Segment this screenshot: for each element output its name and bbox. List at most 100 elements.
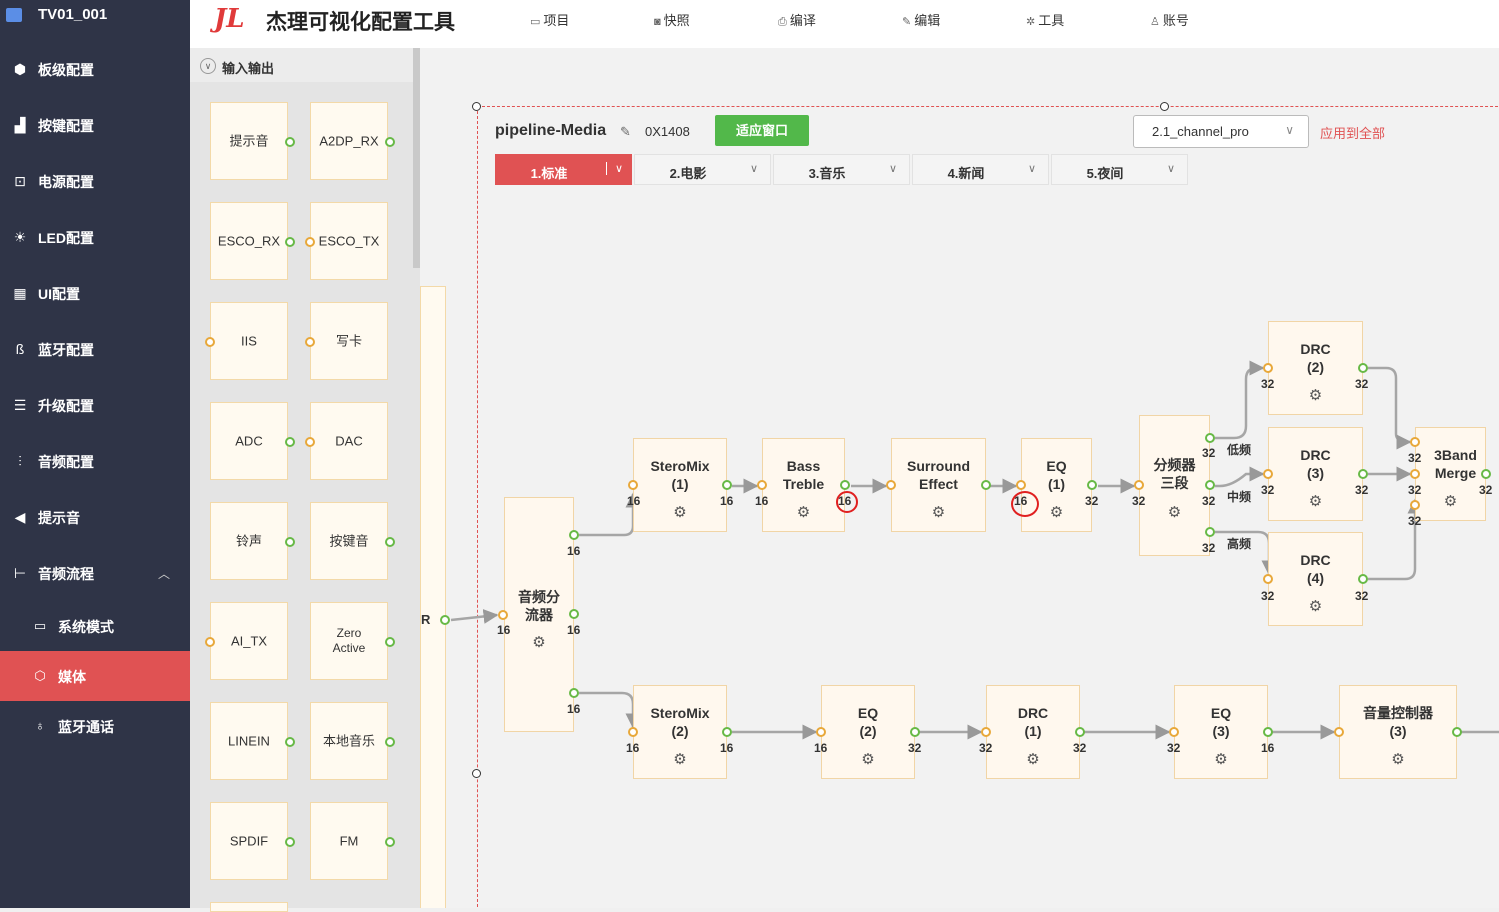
input-port[interactable]: [498, 610, 508, 620]
gear-icon[interactable]: ⚙: [531, 635, 547, 651]
output-port[interactable]: [1087, 480, 1097, 490]
gear-icon[interactable]: ⚙: [1213, 752, 1229, 768]
input-port[interactable]: [205, 637, 215, 647]
output-port[interactable]: [1205, 527, 1215, 537]
output-port[interactable]: [722, 727, 732, 737]
sidebar-item-power[interactable]: ⊡ 电源配置: [0, 153, 190, 209]
output-port[interactable]: [385, 137, 395, 147]
output-port[interactable]: [285, 537, 295, 547]
input-port[interactable]: [205, 337, 215, 347]
palette-item-a2dp-rx[interactable]: A2DP_RX: [310, 102, 395, 180]
output-port[interactable]: [385, 737, 395, 747]
output-port[interactable]: [385, 637, 395, 647]
channel-select[interactable]: 2.1_channel_pro ∨: [1133, 115, 1309, 148]
node-drc-2[interactable]: DRC (2) ⚙: [1268, 321, 1363, 415]
sidebar-subitem-media[interactable]: ⬡ 媒体: [0, 651, 190, 701]
node-volume-3[interactable]: 音量控制器 (3) ⚙: [1339, 685, 1457, 779]
output-port[interactable]: [722, 480, 732, 490]
fit-window-button[interactable]: 适应窗口: [715, 115, 809, 146]
output-port[interactable]: [285, 237, 295, 247]
node-surround-effect[interactable]: Surround Effect ⚙: [891, 438, 986, 532]
node-drc-3[interactable]: DRC (3) ⚙: [1268, 427, 1363, 521]
palette-item-dac[interactable]: DAC: [305, 402, 388, 480]
source-node-partial[interactable]: [420, 286, 446, 908]
input-port[interactable]: [886, 480, 896, 490]
tab-movie[interactable]: 2.电影 ∨: [634, 154, 771, 185]
palette-item-iis[interactable]: IIS: [205, 302, 288, 380]
input-port[interactable]: [1263, 363, 1273, 373]
menu-account[interactable]: ♙ 账号: [1150, 10, 1189, 29]
sidebar-item-upgrade[interactable]: ☰ 升级配置: [0, 377, 190, 433]
palette-item[interactable]: [210, 902, 288, 912]
gear-icon[interactable]: ⚙: [1308, 599, 1324, 615]
chevron-down-icon[interactable]: ∨: [1167, 162, 1175, 175]
output-port[interactable]: [1358, 574, 1368, 584]
palette-item-esco-rx[interactable]: ESCO_RX: [210, 202, 295, 280]
output-port[interactable]: [1205, 480, 1215, 490]
gear-icon[interactable]: ⚙: [672, 505, 688, 521]
menu-compile[interactable]: ⎙ 编译: [778, 10, 816, 29]
gear-icon[interactable]: ⚙: [672, 752, 688, 768]
gear-icon[interactable]: ⚙: [1308, 494, 1324, 510]
output-port[interactable]: [840, 480, 850, 490]
gear-icon[interactable]: ⚙: [1167, 505, 1183, 521]
node-3band-merge[interactable]: 3Band Merge ⚙: [1415, 427, 1486, 521]
input-port[interactable]: [628, 480, 638, 490]
input-port[interactable]: [1410, 469, 1420, 479]
chevron-down-icon[interactable]: ∨: [750, 162, 758, 175]
sidebar-item-keys[interactable]: ▟ 按键配置: [0, 97, 190, 153]
sidebar-subitem-system-mode[interactable]: ▭ 系统模式: [0, 601, 190, 651]
output-port[interactable]: [1452, 727, 1462, 737]
edit-name-icon[interactable]: ✎: [620, 124, 631, 140]
palette-item-ringtone[interactable]: 铃声: [210, 502, 295, 580]
output-port[interactable]: [569, 530, 579, 540]
palette-item-spdif[interactable]: SPDIF: [210, 802, 295, 880]
node-eq-1[interactable]: EQ (1) ⚙: [1021, 438, 1092, 532]
tab-news[interactable]: 4.新闻 ∨: [912, 154, 1049, 185]
gear-icon[interactable]: ⚙: [1443, 494, 1459, 510]
menu-snapshot[interactable]: ◙ 快照: [654, 10, 690, 29]
output-port[interactable]: [569, 688, 579, 698]
gear-icon[interactable]: ⚙: [1390, 752, 1406, 768]
tab-music[interactable]: 3.音乐 ∨: [773, 154, 910, 185]
chevron-down-icon[interactable]: ∨: [605, 162, 623, 175]
resize-handle[interactable]: [472, 769, 481, 778]
gear-icon[interactable]: ⚙: [931, 505, 947, 521]
node-bass-treble[interactable]: Bass Treble ⚙: [762, 438, 845, 532]
node-eq-3[interactable]: EQ (3) ⚙: [1174, 685, 1268, 779]
gear-icon[interactable]: ⚙: [860, 752, 876, 768]
palette-item-adc[interactable]: ADC: [210, 402, 295, 480]
node-steromix-1[interactable]: SteroMix (1) ⚙: [633, 438, 727, 532]
input-port[interactable]: [305, 437, 315, 447]
output-port[interactable]: [285, 137, 295, 147]
palette-item-esco-tx[interactable]: ESCO_TX: [305, 202, 388, 280]
sidebar-item-audio[interactable]: ⫶ 音频配置: [0, 433, 190, 489]
node-audio-splitter[interactable]: 音频分流器 ⚙: [504, 497, 574, 732]
sidebar-item-led[interactable]: ☀ LED配置: [0, 209, 190, 265]
input-port[interactable]: [1410, 437, 1420, 447]
input-port[interactable]: [1016, 480, 1026, 490]
output-port[interactable]: [910, 727, 920, 737]
input-port[interactable]: [1263, 574, 1273, 584]
input-port[interactable]: [1334, 727, 1344, 737]
gear-icon[interactable]: ⚙: [796, 505, 812, 521]
input-port[interactable]: [757, 480, 767, 490]
input-port[interactable]: [305, 337, 315, 347]
input-port[interactable]: [1410, 500, 1420, 510]
sidebar-item-tone[interactable]: ◀ 提示音: [0, 489, 190, 545]
palette-item-ai-tx[interactable]: AI_TX: [205, 602, 288, 680]
input-port[interactable]: [816, 727, 826, 737]
menu-tools[interactable]: ✲ 工具: [1026, 10, 1064, 29]
sidebar-subitem-bt-call[interactable]: ♁ 蓝牙通话: [0, 701, 190, 751]
palette-item-fm[interactable]: FM: [310, 802, 395, 880]
gear-icon[interactable]: ⚙: [1025, 752, 1041, 768]
resize-handle[interactable]: [1160, 102, 1169, 111]
palette-item-prompt-tone[interactable]: 提示音: [210, 102, 295, 180]
output-port[interactable]: [285, 437, 295, 447]
output-port[interactable]: [385, 537, 395, 547]
sidebar-item-audio-flow[interactable]: ⊢ 音频流程 ︿: [0, 545, 190, 601]
palette-item-key-tone[interactable]: 按键音: [310, 502, 395, 580]
resize-handle[interactable]: [472, 102, 481, 111]
gear-icon[interactable]: ⚙: [1049, 505, 1065, 521]
pipeline-canvas[interactable]: R pipeline-Media ✎ 0X1408 适应窗口 2.1_chann…: [420, 48, 1499, 908]
